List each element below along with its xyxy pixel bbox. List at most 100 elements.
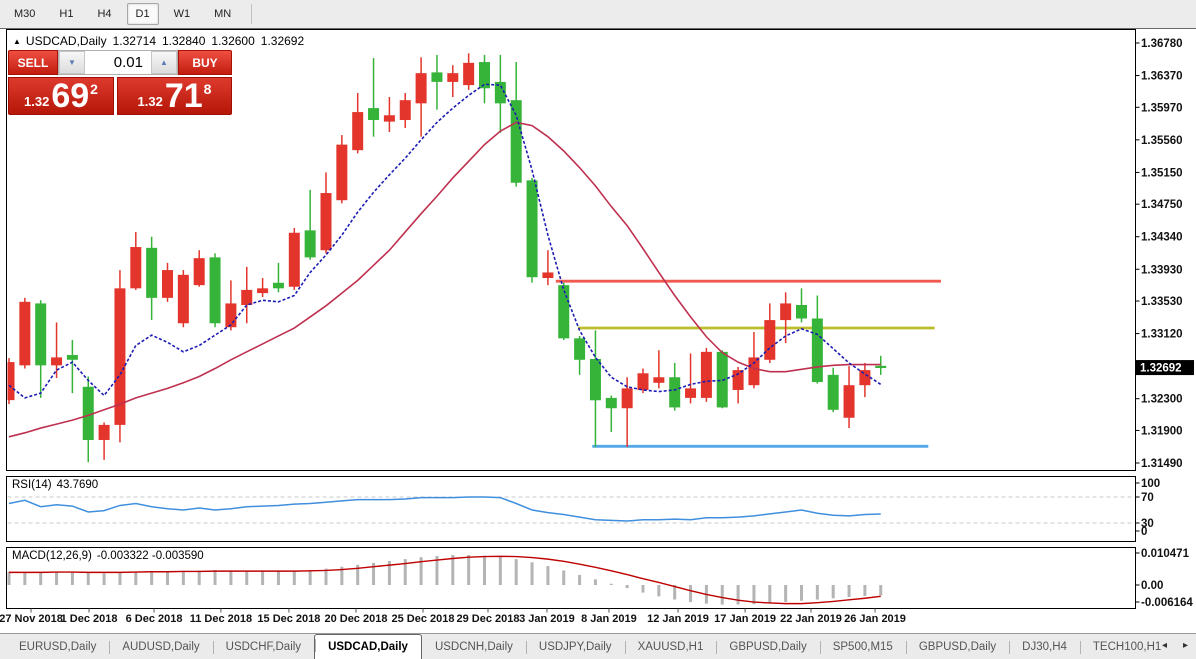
candle-body [67,355,78,360]
macd-histogram-bar [23,572,26,585]
macd-histogram-bar [657,585,660,596]
candle-body [638,373,649,390]
chart-tab-tech100-h1[interactable]: TECH100,H1 [1080,637,1174,659]
candle-body [352,112,363,150]
macd-histogram-bar [166,571,169,585]
candle-body [527,180,538,277]
macd-histogram-bar [737,585,740,605]
candle-body [273,283,284,289]
chart-tab-eurusd-daily[interactable]: EURUSD,Daily [6,637,109,659]
candle-body [19,302,30,366]
chart-tab-usdchf-daily[interactable]: USDCHF,Daily [213,637,314,659]
candle-body [669,377,680,407]
symbol-tabs: EURUSD,DailyAUDUSD,DailyUSDCHF,DailyUSDC… [0,633,1174,659]
tab-scroll-right-icon[interactable]: ▸ [1183,640,1188,651]
ohlc-close: 1.32692 [261,34,304,48]
candle-body [558,285,569,338]
rsi-indicator-label: RSI(14)43.7690 [12,479,103,491]
macd-histogram-bar [451,555,454,585]
chart-tab-dj30-h4[interactable]: DJ30,H4 [1009,637,1080,659]
price-axis-label: 1.31900 [1141,425,1183,437]
rsi-axis-label: 100 [1141,478,1160,490]
candle-body [574,338,585,359]
chart-tab-usdjpy-daily[interactable]: USDJPY,Daily [526,637,625,659]
volume-increase-button[interactable]: ▲ [151,51,177,74]
chart-header: ▲USDCAD,Daily1.327141.328401.326001.3269… [13,34,304,48]
chart-tab-gbpusd-daily[interactable]: GBPUSD,Daily [716,637,819,659]
candle-body [828,375,839,410]
macd-histogram-bar [39,572,42,585]
macd-histogram-bar [499,557,502,585]
macd-axis-label: 0.00 [1141,580,1163,592]
buy-price-pip: 8 [204,81,212,97]
sell-price-box[interactable]: 1.32 69 2 [8,77,114,115]
chart-tab-audusd-daily[interactable]: AUDUSD,Daily [109,637,212,659]
date-axis-label: 12 Jan 2019 [647,613,709,625]
chart-tab-gbpusd-daily[interactable]: GBPUSD,Daily [906,637,1009,659]
macd-histogram-bar [245,571,248,585]
candle-body [130,247,141,288]
macd-name: MACD(12,26,9) [12,550,92,562]
volume-decrease-button[interactable]: ▼ [59,51,85,74]
candle-body [257,288,268,293]
candle-body [99,425,110,440]
candle-body [210,257,221,323]
macd-histogram-bar [800,585,803,601]
candle-body [875,366,886,368]
chart-tab-usdcad-daily[interactable]: USDCAD,Daily [314,634,422,659]
macd-axis-label: 0.010471 [1141,548,1190,560]
rsi-value: 43.7690 [57,479,99,491]
macd-histogram-bar [182,571,185,585]
chart-tab-usdcnh-daily[interactable]: USDCNH,Daily [422,637,526,659]
buy-price-box[interactable]: 1.32 71 8 [117,77,232,115]
candle-body [748,357,759,385]
macd-histogram-bar [8,572,11,585]
macd-histogram-bar [515,559,518,585]
volume-stepper: ▼ 0.01 ▲ [58,50,178,75]
macd-histogram-bar [229,570,232,585]
chart-symbol-title: USDCAD,Daily [26,34,107,48]
candle-body [764,320,775,360]
price-axis-label: 1.36780 [1141,38,1183,50]
macd-histogram-bar [562,570,565,585]
date-axis-label: 3 Jan 2019 [519,613,575,625]
chart-tab-xauusd-h1[interactable]: XAUUSD,H1 [625,637,717,659]
date-axis-label: 20 Dec 2018 [324,613,387,625]
candle-body [796,305,807,318]
price-axis-label: 1.33120 [1141,329,1183,341]
macd-axis-label: -0.006164 [1141,597,1193,609]
macd-histogram-bar [531,562,534,585]
date-axis-label: 29 Dec 2018 [456,613,519,625]
ohlc-low: 1.32600 [211,34,254,48]
tab-scroll-arrows: ◂ ▸ [1162,640,1188,651]
candle-body [812,319,823,383]
date-axis-label: 1 Dec 2018 [61,613,118,625]
ohlc-open: 1.32714 [113,34,156,48]
macd-histogram-bar [626,585,629,588]
date-axis-label: 17 Jan 2019 [714,613,776,625]
candle-body [336,145,347,201]
volume-input[interactable]: 0.01 [85,51,151,74]
candle-body [859,370,870,385]
candle-body [241,290,252,305]
macd-histogram-bar [879,585,882,595]
macd-histogram-bar [832,585,835,598]
sell-button[interactable]: SELL [8,50,58,75]
date-axis-label: 15 Dec 2018 [257,613,320,625]
macd-histogram-bar [816,585,819,600]
macd-histogram-bar [293,571,296,585]
collapse-panel-icon[interactable]: ▲ [13,37,21,46]
chart-tab-sp500-m15[interactable]: SP500,M15 [820,637,906,659]
date-axis-label: 8 Jan 2019 [581,613,637,625]
price-axis-label: 1.33530 [1141,296,1183,308]
symbol-tabs-bar: EURUSD,DailyAUDUSD,DailyUSDCHF,DailyUSDC… [0,633,1196,659]
rsi-axis-label: 70 [1141,492,1154,504]
macd-histogram-bar [467,555,470,585]
macd-histogram-bar [768,585,771,603]
price-axis-label: 1.36370 [1141,71,1183,83]
macd-histogram-bar [610,584,613,585]
macd-histogram-bar [55,572,58,585]
candle-body [622,388,633,408]
tab-scroll-left-icon[interactable]: ◂ [1162,640,1167,651]
buy-button[interactable]: BUY [178,50,232,75]
